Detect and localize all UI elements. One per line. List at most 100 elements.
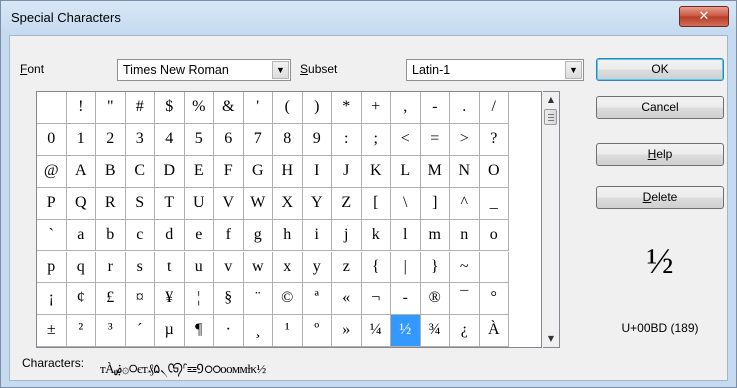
character-cell[interactable]: J	[332, 155, 362, 188]
character-cell[interactable]: ~	[450, 251, 480, 284]
character-cell[interactable]: !	[66, 92, 96, 124]
character-cell[interactable]: /	[479, 92, 509, 124]
character-cell[interactable]: s	[125, 251, 155, 284]
character-cell[interactable]: «	[332, 283, 362, 316]
character-cell[interactable]: X	[273, 187, 303, 220]
character-cell[interactable]: )	[302, 92, 332, 124]
character-cell[interactable]: &	[214, 92, 244, 124]
character-cell[interactable]: -	[391, 283, 421, 316]
character-cell[interactable]: 3	[125, 123, 155, 156]
character-cell[interactable]: (	[273, 92, 303, 124]
character-cell[interactable]: h	[273, 219, 303, 252]
character-cell[interactable]: +	[361, 92, 391, 124]
character-cell[interactable]: ¹	[273, 315, 303, 348]
character-cell[interactable]: ¶	[184, 315, 214, 348]
character-cell[interactable]: 6	[214, 123, 244, 156]
character-cell[interactable]: T	[155, 187, 185, 220]
character-cell[interactable]	[479, 251, 509, 284]
cancel-button[interactable]: Cancel	[596, 96, 724, 119]
character-cell[interactable]: u	[184, 251, 214, 284]
character-cell[interactable]: 7	[243, 123, 273, 156]
character-cell[interactable]: 5	[184, 123, 214, 156]
character-cell[interactable]: V	[214, 187, 244, 220]
character-cell[interactable]: H	[273, 155, 303, 188]
character-cell[interactable]: \	[391, 187, 421, 220]
character-cell[interactable]: <	[391, 123, 421, 156]
character-cell[interactable]: b	[96, 219, 126, 252]
character-cell[interactable]: ¢	[66, 283, 96, 316]
character-cell[interactable]: µ	[155, 315, 185, 348]
character-cell[interactable]: -	[420, 92, 450, 124]
character-cell[interactable]: ¼	[361, 315, 391, 348]
character-cell[interactable]: ¡	[37, 283, 67, 316]
character-cell[interactable]: x	[273, 251, 303, 284]
character-cell[interactable]: ;	[361, 123, 391, 156]
character-cell[interactable]: 1	[66, 123, 96, 156]
character-cell[interactable]: `	[37, 219, 67, 252]
character-cell[interactable]: e	[184, 219, 214, 252]
character-cell[interactable]: K	[361, 155, 391, 188]
character-cell[interactable]: j	[332, 219, 362, 252]
subset-select[interactable]: Latin-1 ▼	[406, 59, 584, 81]
character-cell[interactable]: Q	[66, 187, 96, 220]
scroll-down-icon[interactable]: ▼	[543, 331, 559, 347]
character-cell[interactable]: ®	[420, 283, 450, 316]
character-cell[interactable]: %	[184, 92, 214, 124]
character-cell[interactable]: S	[125, 187, 155, 220]
character-cell[interactable]: z	[332, 251, 362, 284]
character-cell[interactable]: A	[66, 155, 96, 188]
character-cell[interactable]: v	[214, 251, 244, 284]
character-cell[interactable]: :	[332, 123, 362, 156]
character-cell[interactable]: 4	[155, 123, 185, 156]
help-button[interactable]: Help	[596, 143, 724, 166]
character-cell[interactable]: {	[361, 251, 391, 284]
ok-button[interactable]: OK	[596, 58, 724, 81]
character-cell[interactable]: "	[96, 92, 126, 124]
character-cell[interactable]: .	[450, 92, 480, 124]
character-cell[interactable]: O	[479, 155, 509, 188]
character-cell[interactable]: ¯	[450, 283, 480, 316]
character-cell[interactable]: ©	[273, 283, 303, 316]
character-cell[interactable]: W	[243, 187, 273, 220]
grid-scrollbar[interactable]: ▲ ▼	[543, 91, 560, 348]
character-cell[interactable]: D	[155, 155, 185, 188]
character-cell[interactable]: P	[37, 187, 67, 220]
character-cell[interactable]: o	[479, 219, 509, 252]
character-cell[interactable]: ±	[37, 315, 67, 348]
character-cell[interactable]: a	[66, 219, 96, 252]
character-cell[interactable]: m	[420, 219, 450, 252]
font-select[interactable]: Times New Roman ▼	[117, 59, 291, 81]
character-cell[interactable]: E	[184, 155, 214, 188]
character-cell[interactable]: ,	[391, 92, 421, 124]
character-cell[interactable]: §	[214, 283, 244, 316]
character-cell[interactable]: >	[450, 123, 480, 156]
character-cell[interactable]: g	[243, 219, 273, 252]
character-cell[interactable]: ²	[66, 315, 96, 348]
character-grid[interactable]: ! " # $% & '() * +, -./0 1 2 3 4 5 6 7 8 9:; < = >? @ A B C D E F G H…	[36, 91, 542, 348]
character-cell[interactable]: r	[96, 251, 126, 284]
character-cell[interactable]: I	[302, 155, 332, 188]
character-cell[interactable]: p	[37, 251, 67, 284]
character-cell[interactable]: 2	[96, 123, 126, 156]
character-cell[interactable]: ¬	[361, 283, 391, 316]
character-cell[interactable]: ¿	[450, 315, 480, 348]
character-cell[interactable]	[37, 92, 67, 124]
subset-dropdown-arrow-icon[interactable]: ▼	[565, 61, 582, 79]
character-cell[interactable]: f	[214, 219, 244, 252]
scroll-up-icon[interactable]: ▲	[543, 92, 559, 108]
character-cell[interactable]: ?	[479, 123, 509, 156]
character-cell[interactable]: #	[125, 92, 155, 124]
character-cell[interactable]: ª	[302, 283, 332, 316]
character-cell[interactable]: }	[420, 251, 450, 284]
character-cell[interactable]: £	[96, 283, 126, 316]
character-cell[interactable]: ¾	[420, 315, 450, 348]
scroll-thumb[interactable]	[544, 109, 557, 125]
character-cell[interactable]: d	[155, 219, 185, 252]
character-cell[interactable]: ³	[96, 315, 126, 348]
character-cell[interactable]: $	[155, 92, 185, 124]
character-cell[interactable]: ½	[391, 315, 421, 348]
character-cell[interactable]: t	[155, 251, 185, 284]
character-cell[interactable]: i	[302, 219, 332, 252]
character-cell[interactable]: ¦	[184, 283, 214, 316]
character-cell[interactable]: M	[420, 155, 450, 188]
